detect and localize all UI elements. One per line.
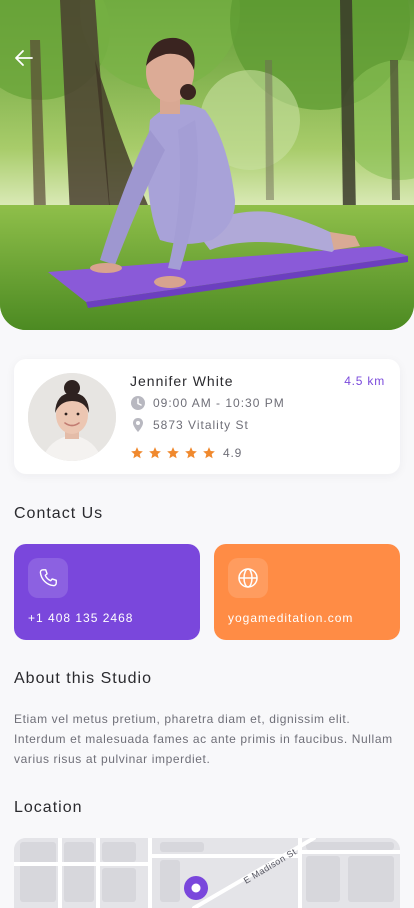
star-icon	[149, 447, 161, 459]
phone-button[interactable]: +1 408 135 2468	[14, 544, 200, 640]
arrow-left-icon	[15, 50, 33, 66]
website-button[interactable]: yogameditation.com	[214, 544, 400, 640]
instructor-card[interactable]: Jennifer White 4.5 km 09:00 AM - 10:30 P…	[14, 359, 400, 474]
location-section-title: Location	[14, 799, 83, 816]
clock-icon	[131, 396, 145, 410]
about-description: Etiam vel metus pretium, pharetra diam e…	[14, 712, 393, 766]
globe-icon-box	[228, 558, 268, 598]
address: 5873 Vitality St	[130, 417, 249, 433]
rating-value: 4.9	[223, 446, 243, 460]
map-pin-icon	[133, 418, 143, 432]
star-icon	[167, 447, 179, 459]
instructor-name: Jennifer White	[130, 373, 234, 389]
star-icon	[131, 447, 143, 459]
contact-section-title: Contact Us	[14, 505, 104, 522]
star-icon	[203, 447, 215, 459]
about-section-title: About this Studio	[14, 670, 152, 687]
address-text: 5873 Vitality St	[153, 418, 249, 432]
rating: 4.9	[130, 446, 242, 460]
back-button[interactable]	[10, 44, 38, 72]
phone-icon	[39, 569, 57, 587]
distance-label: 4.5 km	[344, 374, 385, 388]
avatar-image	[28, 373, 116, 461]
avatar	[28, 373, 116, 461]
phone-number: +1 408 135 2468	[28, 611, 134, 625]
opening-hours: 09:00 AM - 10:30 PM	[130, 395, 285, 411]
location-map[interactable]: E Madison St	[14, 838, 400, 908]
star-icon	[185, 447, 197, 459]
yoga-photo	[0, 0, 414, 330]
hero-image	[0, 0, 414, 330]
hours-text: 09:00 AM - 10:30 PM	[153, 396, 285, 410]
globe-icon	[238, 568, 258, 588]
map-view: E Madison St	[14, 838, 400, 908]
location-marker-icon[interactable]	[184, 876, 208, 900]
website-url: yogameditation.com	[228, 611, 354, 625]
phone-icon-box	[28, 558, 68, 598]
